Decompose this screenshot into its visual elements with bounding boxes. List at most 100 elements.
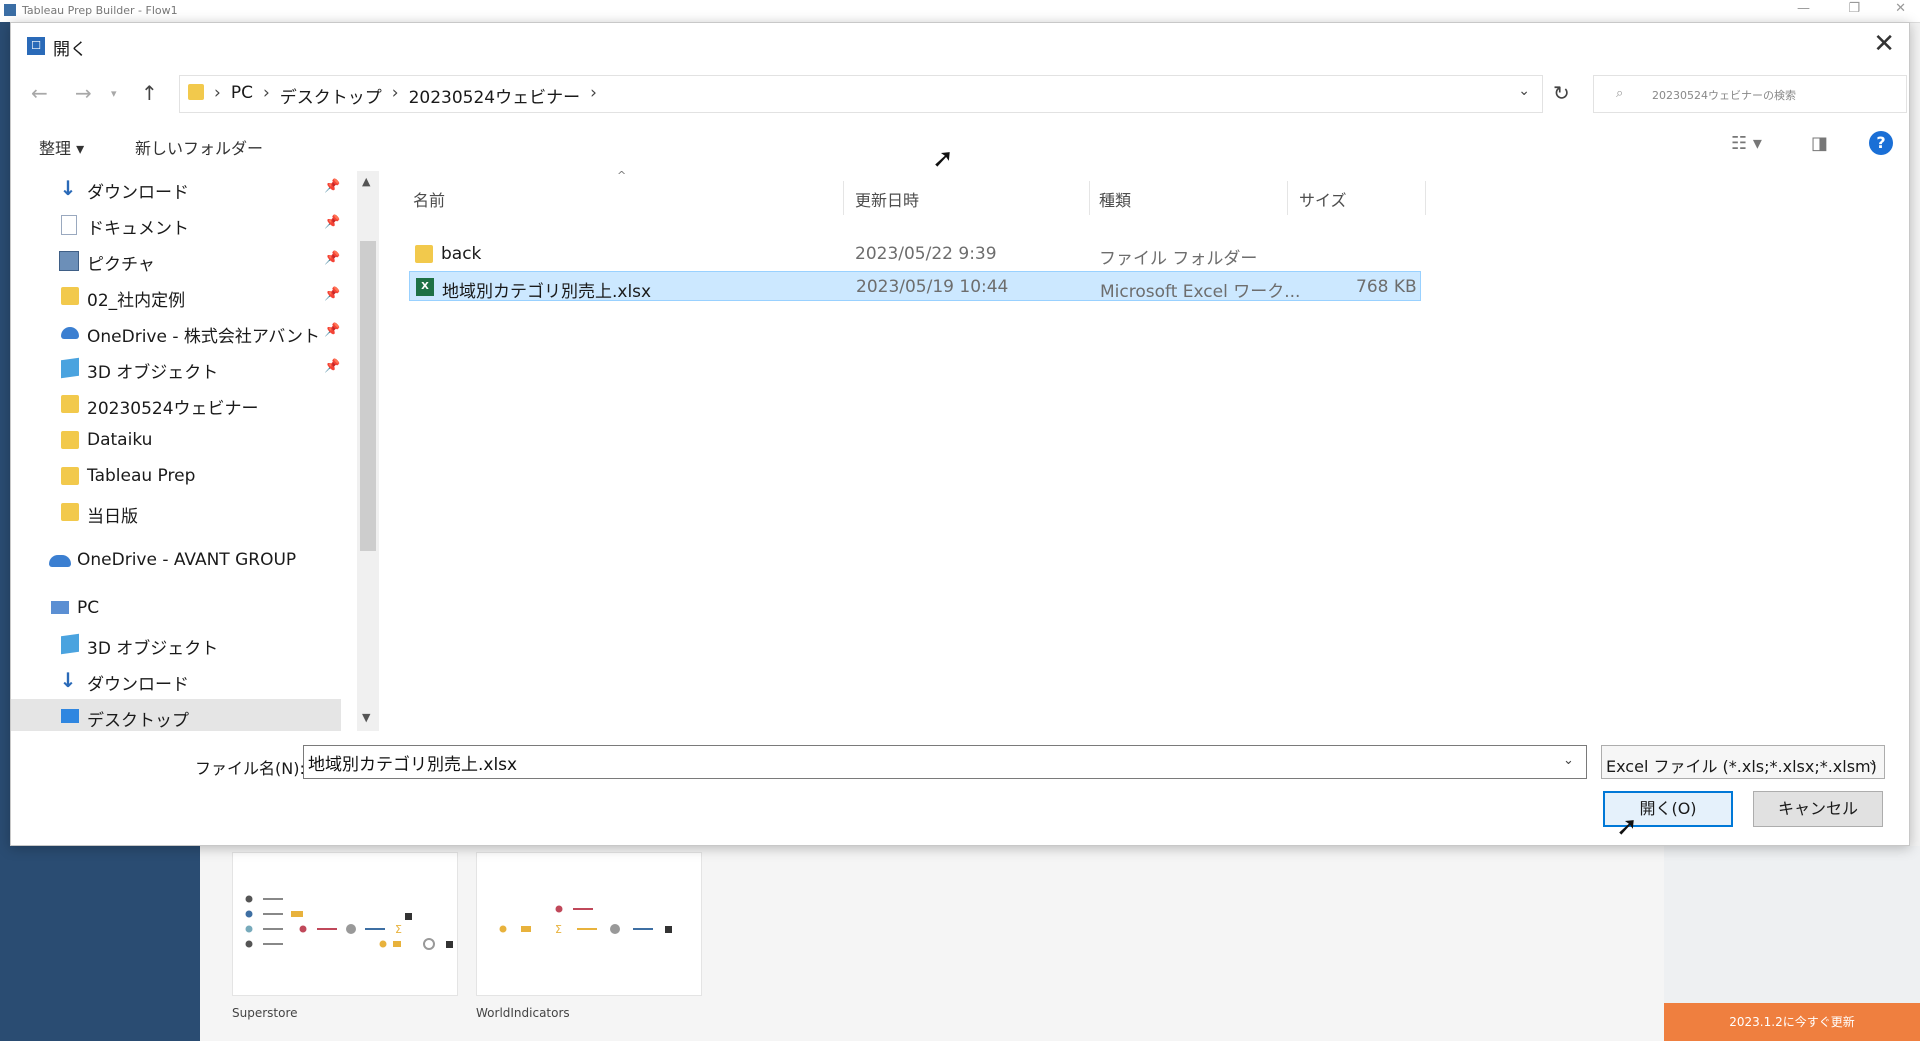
folder-icon xyxy=(61,395,79,413)
help-icon[interactable]: ? xyxy=(1869,131,1893,155)
nav-item-3d-objects[interactable]: 3D オブジェクト 📌 xyxy=(11,351,341,385)
folder-icon xyxy=(61,503,79,521)
nav-item-downloads[interactable]: ↓ ダウンロード 📌 xyxy=(11,171,341,205)
new-folder-button[interactable]: 新しいフォルダー xyxy=(135,135,263,159)
restore-icon[interactable]: ❐ xyxy=(1848,1,1860,16)
dialog-close-icon[interactable]: ✕ xyxy=(1873,29,1895,59)
nav-item-label: ダウンロード xyxy=(87,183,189,203)
address-bar[interactable]: › PC › デスクトップ › 20230524ウェビナー › ⌄ xyxy=(179,75,1543,113)
open-file-dialog: ☐ 開く ✕ ← → ▾ ↑ › PC › デスクトップ › 20230524ウ… xyxy=(10,22,1910,846)
nav-item-documents[interactable]: ドキュメント 📌 xyxy=(11,207,341,241)
nav-item-pictures[interactable]: ピクチャ 📌 xyxy=(11,243,341,277)
view-options-icon[interactable]: ☷ ▾ xyxy=(1731,133,1762,154)
chevron-down-icon: ⌄ xyxy=(1867,754,1878,769)
nav-item-tableau-prep[interactable]: Tableau Prep xyxy=(11,459,341,493)
scrollbar-thumb[interactable] xyxy=(360,241,376,551)
breadcrumb-desktop[interactable]: デスクトップ xyxy=(280,83,382,108)
nav-item-pc-3d-objects[interactable]: 3D オブジェクト xyxy=(11,627,341,661)
file-name: 地域別カテゴリ別売上.xlsx xyxy=(442,282,652,302)
nav-item-pc[interactable]: PC xyxy=(11,591,341,625)
search-box[interactable]: ⌕ 20230524ウェビナーの検索 xyxy=(1593,75,1907,113)
file-row[interactable]: back 2023/05/22 9:39 ファイル フォルダー xyxy=(409,239,1421,269)
filename-input[interactable] xyxy=(303,745,1587,779)
nav-item-label: 当日版 xyxy=(87,507,138,527)
file-row-selected[interactable]: X 地域別カテゴリ別売上.xlsx 2023/05/19 10:44 Micro… xyxy=(409,271,1421,302)
file-type-filter-value: Excel ファイル (*.xls;*.xlsx;*.xlsm) xyxy=(1606,757,1877,776)
sample-flow-superstore[interactable]: Σ xyxy=(232,852,458,996)
breadcrumb: › PC › デスクトップ › 20230524ウェビナー › xyxy=(214,83,597,108)
sample-flow-worldindicators[interactable]: Σ xyxy=(476,852,702,996)
column-header-type[interactable]: 種類 xyxy=(1099,187,1131,211)
breadcrumb-separator-icon[interactable]: › xyxy=(590,83,597,108)
onedrive-icon xyxy=(49,555,71,567)
breadcrumb-separator-icon[interactable]: › xyxy=(392,83,399,108)
folder-icon xyxy=(61,287,79,305)
column-divider[interactable] xyxy=(1425,181,1426,215)
column-divider[interactable] xyxy=(843,181,844,215)
excel-icon: X xyxy=(416,278,434,296)
pin-icon[interactable]: 📌 xyxy=(324,215,340,230)
navigation-scrollbar[interactable]: ▲ ▼ xyxy=(357,171,379,731)
nav-item-dataiku[interactable]: Dataiku xyxy=(11,423,341,457)
nav-item-onedrive-avant[interactable]: OneDrive - 株式会社アバント 📌 xyxy=(11,315,341,349)
dialog-app-icon: ☐ xyxy=(27,37,45,55)
pin-icon[interactable]: 📌 xyxy=(324,287,340,302)
update-banner[interactable]: 2023.1.2に今すぐ更新 xyxy=(1664,1003,1920,1041)
nav-item-onedrive-group[interactable]: OneDrive - AVANT GROUP xyxy=(11,543,341,577)
download-icon: ↓ xyxy=(59,668,77,692)
file-type: Microsoft Excel ワーク... xyxy=(1100,282,1301,302)
minimize-icon[interactable]: — xyxy=(1797,1,1810,16)
nav-item-label: 02_社内定例 xyxy=(87,291,186,311)
nav-item-label: PC xyxy=(77,598,100,618)
scroll-down-icon[interactable]: ▼ xyxy=(362,711,370,724)
tableau-prep-icon xyxy=(4,4,16,16)
file-type: ファイル フォルダー xyxy=(1099,249,1258,269)
folder-icon xyxy=(415,245,433,263)
column-divider[interactable] xyxy=(1287,181,1288,215)
column-header-name[interactable]: 名前 xyxy=(413,187,445,211)
nav-item-internal-meeting[interactable]: 02_社内定例 📌 xyxy=(11,279,341,313)
preview-pane-icon[interactable]: ◨ xyxy=(1811,133,1828,154)
nav-item-same-day[interactable]: 当日版 xyxy=(11,495,341,529)
up-arrow-icon[interactable]: ↑ xyxy=(141,81,158,105)
organize-button[interactable]: 整理 ▾ xyxy=(39,135,84,159)
file-modified: 2023/05/19 10:44 xyxy=(856,277,1009,297)
breadcrumb-separator-icon[interactable]: › xyxy=(263,83,270,108)
file-type-filter-select[interactable]: Excel ファイル (*.xls;*.xlsx;*.xlsm) ⌄ xyxy=(1601,745,1885,779)
nav-item-pc-downloads[interactable]: ↓ ダウンロード xyxy=(11,663,341,697)
file-list: ^ 名前 更新日時 種類 サイズ back 2023/05/22 9:39 ファ… xyxy=(381,169,1909,731)
nav-item-label: ダウンロード xyxy=(87,675,189,695)
breadcrumb-separator-icon[interactable]: › xyxy=(214,83,221,108)
address-history-chevron-icon[interactable]: ⌄ xyxy=(1518,83,1530,99)
column-divider[interactable] xyxy=(1089,181,1090,215)
cancel-button[interactable]: キャンセル xyxy=(1753,791,1883,827)
filename-label: ファイル名(N): xyxy=(195,759,305,778)
folder-icon xyxy=(61,467,79,485)
forward-arrow-icon[interactable]: → xyxy=(75,81,92,105)
breadcrumb-pc[interactable]: PC xyxy=(231,83,253,108)
mouse-cursor-icon: ➚ xyxy=(1616,812,1638,842)
app-close-icon[interactable]: ✕ xyxy=(1895,1,1906,16)
search-icon: ⌕ xyxy=(1616,86,1624,101)
column-header-modified[interactable]: 更新日時 xyxy=(855,187,919,211)
scroll-up-icon[interactable]: ▲ xyxy=(362,175,370,188)
back-arrow-icon[interactable]: ← xyxy=(31,81,48,105)
folder-icon xyxy=(61,431,79,449)
folder-icon xyxy=(188,84,204,100)
column-header-size[interactable]: サイズ xyxy=(1299,187,1347,211)
refresh-icon[interactable]: ↻ xyxy=(1553,81,1570,105)
svg-text:Σ: Σ xyxy=(395,923,402,936)
filename-history-chevron-icon[interactable]: ⌄ xyxy=(1563,753,1574,768)
3d-objects-icon xyxy=(61,633,79,655)
breadcrumb-webinar-folder[interactable]: 20230524ウェビナー xyxy=(409,83,581,108)
nav-item-webinar[interactable]: 20230524ウェビナー xyxy=(11,387,341,421)
nav-item-label: ピクチャ xyxy=(87,255,155,275)
pc-icon xyxy=(51,601,69,614)
filename-row: ファイル名(N): ⌄ Excel ファイル (*.xls;*.xlsx;*.x… xyxy=(11,745,1909,785)
pin-icon[interactable]: 📌 xyxy=(324,323,340,338)
pin-icon[interactable]: 📌 xyxy=(324,179,340,194)
pin-icon[interactable]: 📌 xyxy=(324,251,340,266)
pin-icon[interactable]: 📌 xyxy=(324,359,340,374)
nav-item-desktop[interactable]: デスクトップ xyxy=(11,699,341,731)
recent-locations-chevron-icon[interactable]: ▾ xyxy=(111,87,117,100)
